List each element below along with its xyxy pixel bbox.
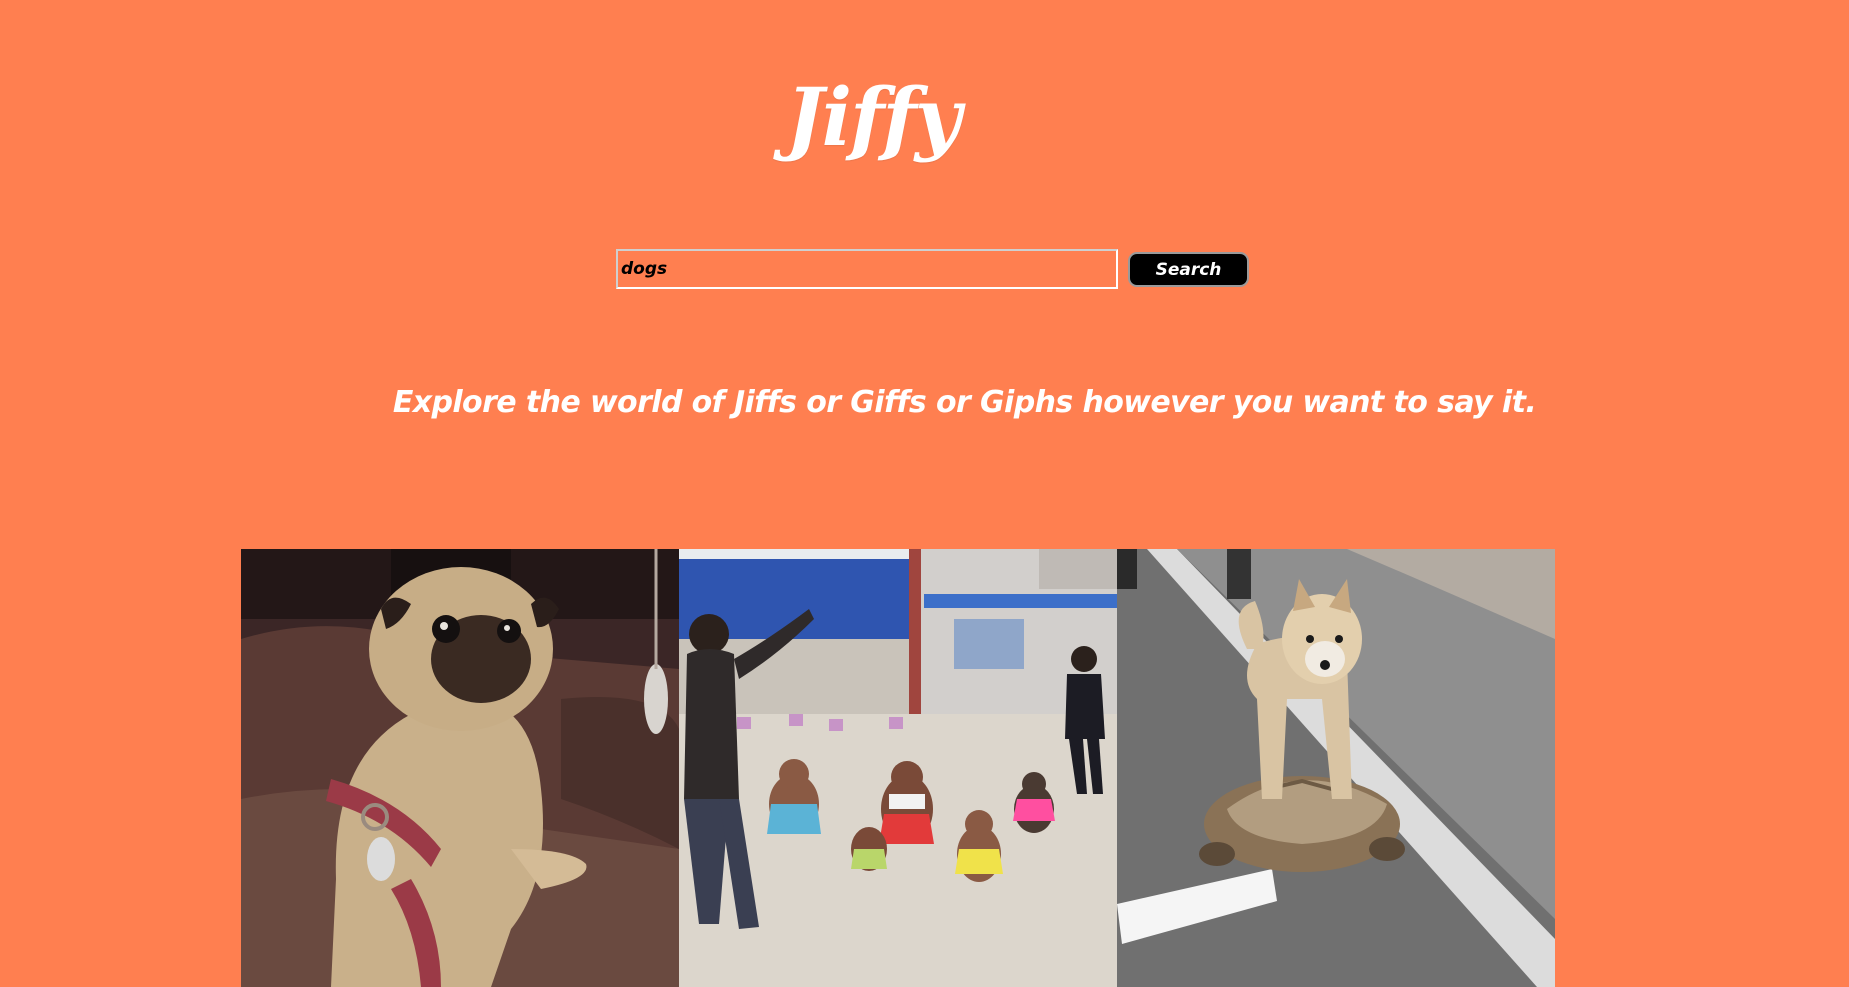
shiba-gif-image <box>1117 549 1555 987</box>
gif-item-shiba[interactable] <box>1117 549 1555 987</box>
poodles-gif-image <box>679 549 1117 987</box>
gif-gallery <box>241 549 1555 987</box>
gif-item-poodles[interactable] <box>679 549 1117 987</box>
tagline: Explore the world of Jiffs or Giffs or G… <box>392 385 1537 420</box>
search-form: Search <box>616 249 1250 291</box>
site-logo: Jiffy <box>785 70 962 164</box>
search-button[interactable]: Search <box>1128 252 1249 287</box>
gif-item-pug[interactable] <box>241 549 679 987</box>
search-input[interactable] <box>616 249 1118 289</box>
pug-gif-image <box>241 549 679 987</box>
